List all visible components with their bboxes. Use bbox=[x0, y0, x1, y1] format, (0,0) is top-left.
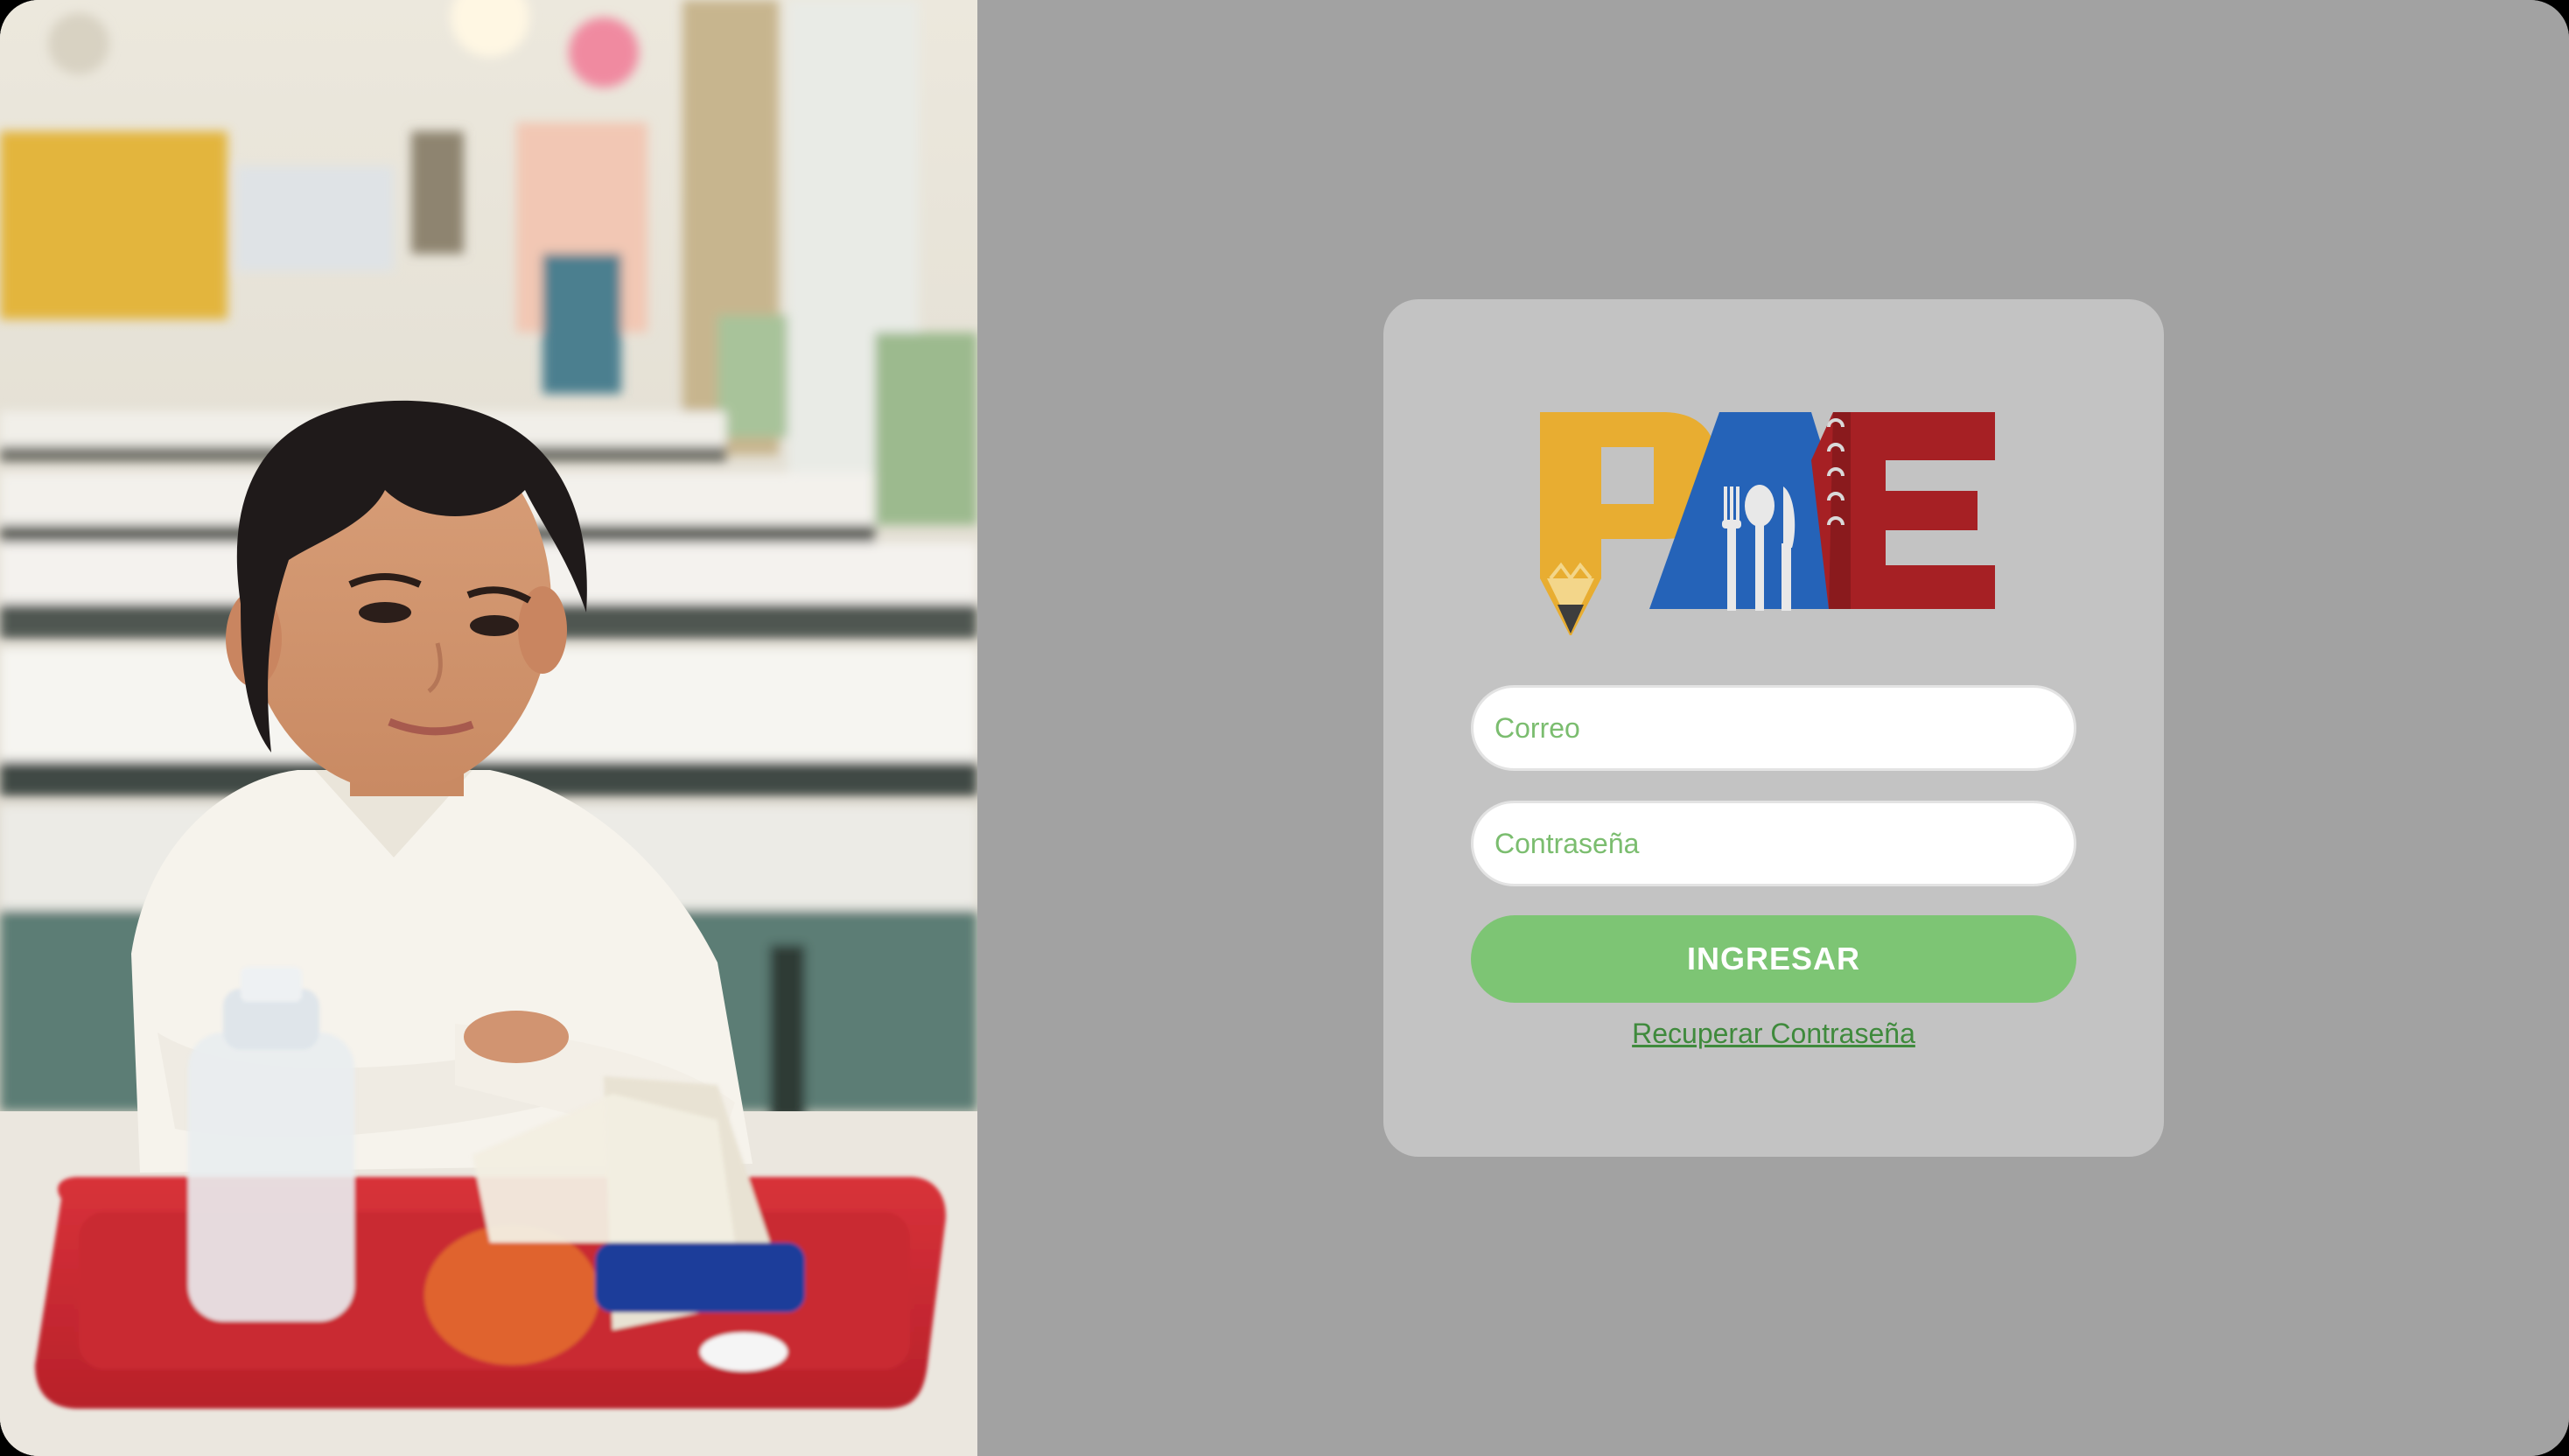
password-field[interactable] bbox=[1471, 801, 2076, 886]
login-button[interactable]: INGRESAR bbox=[1471, 915, 2076, 1003]
pae-logo bbox=[1540, 412, 1995, 635]
hero-photo bbox=[0, 0, 977, 1456]
cafeteria-child-image bbox=[0, 0, 977, 1456]
recover-password-link[interactable]: Recuperar Contraseña bbox=[1471, 1018, 2076, 1050]
app-window: INGRESAR Recuperar Contraseña bbox=[0, 0, 2569, 1456]
logo-letter-e bbox=[1811, 412, 1995, 609]
email-field[interactable] bbox=[1471, 685, 2076, 771]
